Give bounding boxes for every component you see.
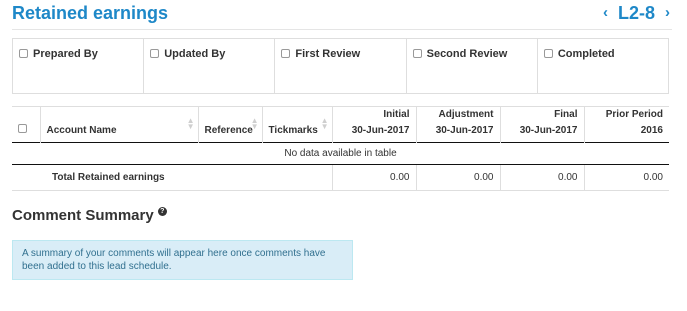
question-icon[interactable]: ?: [157, 207, 167, 216]
signoff-prepared-by: Prepared By: [13, 39, 145, 93]
account-name-header-label: Account Name: [46, 125, 117, 136]
initial-header-date: 30-Jun-2017: [351, 125, 410, 136]
total-final: 0.00: [499, 164, 584, 191]
empty-table-message: No data available in table: [12, 142, 669, 165]
empty-table-row: No data available in table: [12, 142, 669, 165]
lead-schedule-table: Account Name ▲ ▼ Reference ▲ ▼ Tickmarks ▲…: [12, 106, 669, 191]
total-initial: 0.00: [331, 164, 416, 191]
initial-header: Initial 30-Jun-2017: [332, 106, 417, 143]
second-review-label: Second Review: [426, 48, 508, 60]
sort-icon: ▲ ▼: [250, 116, 259, 131]
page-header: Retained earnings ‹ L2-8 ›: [12, 0, 672, 30]
signoff-completed: Completed: [538, 39, 668, 93]
tickmarks-header[interactable]: Tickmarks ▲ ▼: [262, 106, 333, 143]
adjustment-header-date: 30-Jun-2017: [435, 125, 494, 136]
next-schedule-button[interactable]: ›: [665, 3, 670, 23]
sort-icon: ▲ ▼: [320, 116, 329, 131]
schedule-code: L2-8: [617, 3, 655, 23]
reference-header[interactable]: Reference ▲ ▼: [198, 106, 263, 143]
total-adjustment: 0.00: [415, 164, 500, 191]
sort-icon: ▲ ▼: [186, 116, 195, 131]
first-review-checkbox[interactable]: [281, 49, 291, 58]
comment-summary-info: A summary of your comments will appear h…: [12, 240, 353, 280]
page-title: Retained earnings: [12, 3, 169, 23]
signoff-panel: Prepared By Updated By First Review Seco…: [12, 38, 669, 94]
total-prior-period: 0.00: [583, 164, 669, 191]
updated-by-checkbox[interactable]: [150, 49, 160, 58]
final-header-label: Final: [554, 109, 578, 120]
final-header-date: 30-Jun-2017: [519, 125, 578, 136]
signoff-second-review: Second Review: [407, 39, 538, 93]
account-name-header[interactable]: Account Name ▲ ▼: [40, 106, 199, 143]
total-row: Total Retained earnings 0.00 0.00 0.00 0…: [12, 164, 669, 191]
table-header-row: Account Name ▲ ▼ Reference ▲ ▼ Tickmarks ▲…: [12, 106, 669, 143]
select-all-header: [12, 106, 41, 143]
first-review-label: First Review: [295, 48, 361, 60]
adjustment-header: Adjustment 30-Jun-2017: [416, 106, 501, 143]
prior-period-header-year: 2016: [640, 125, 663, 136]
select-all-checkbox[interactable]: [18, 124, 27, 133]
adjustment-header-label: Adjustment: [438, 109, 494, 120]
updated-by-label: Updated By: [164, 48, 226, 60]
comment-summary-title: Comment Summary: [12, 207, 154, 224]
signoff-first-review: First Review: [275, 39, 407, 93]
prepared-by-checkbox[interactable]: [19, 49, 28, 58]
final-header: Final 30-Jun-2017: [500, 106, 585, 143]
signoff-updated-by: Updated By: [144, 39, 276, 93]
previous-schedule-button[interactable]: ‹: [603, 3, 608, 23]
completed-checkbox[interactable]: [543, 49, 553, 58]
prior-period-header-label: Prior Period: [605, 109, 663, 120]
initial-header-label: Initial: [383, 109, 410, 120]
completed-label: Completed: [557, 48, 615, 60]
prior-period-header: Prior Period 2016: [584, 106, 669, 143]
total-label: Total Retained earnings: [12, 164, 332, 191]
reference-header-label: Reference: [204, 125, 253, 136]
lead-schedule-nav: ‹ L2-8 ›: [603, 3, 670, 23]
prepared-by-label: Prepared By: [33, 48, 98, 60]
comment-summary-heading: Comment Summary ?: [12, 207, 167, 224]
second-review-checkbox[interactable]: [412, 49, 422, 58]
tickmarks-header-label: Tickmarks: [268, 125, 318, 136]
